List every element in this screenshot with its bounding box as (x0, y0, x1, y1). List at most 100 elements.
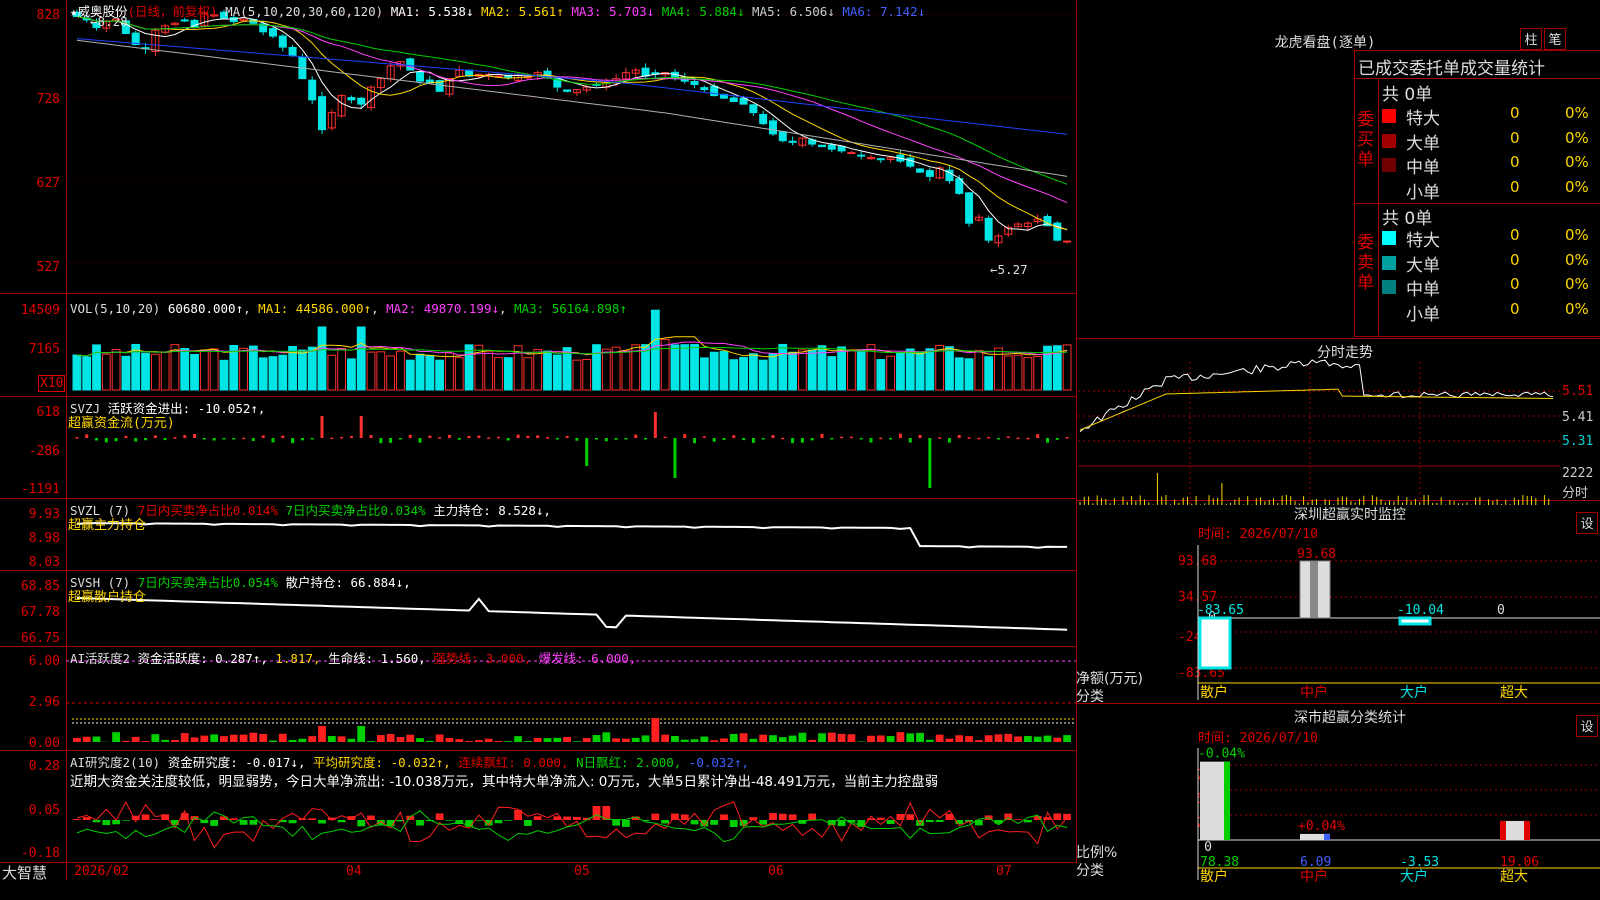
btn-zhu[interactable]: 柱 (1520, 28, 1542, 50)
ma5-line (76, 39, 1068, 177)
ai1-bar (749, 738, 758, 742)
candle-body (857, 154, 866, 157)
vol-bar (876, 359, 886, 391)
ai1-bar (318, 726, 326, 742)
ai1-bar (298, 738, 307, 742)
svzj-bar (1006, 436, 1010, 438)
intraday-vol: 2222 (1562, 466, 1594, 481)
svzj-bar (702, 436, 706, 438)
intraday-vol-unit: 分时 (1562, 486, 1589, 501)
ma2-value: MA2: 5.561↑ (481, 4, 564, 19)
chart-mode[interactable]: (日线，前复权) (128, 4, 218, 19)
svzj-bar (800, 438, 804, 443)
candle-body (788, 140, 797, 143)
vol-value: 60680.000↑ (167, 301, 244, 316)
vol-header: VOL(5,10,20) 60680.000↑, MA1: 44586.000↑… (70, 301, 627, 316)
ai2-d: N日飘红: 2.000, (576, 755, 682, 770)
svzj-bar (663, 436, 667, 439)
svzj-bar (761, 438, 765, 440)
ai2-bar (229, 818, 238, 820)
vol-label: VOL(5,10,20) (70, 301, 161, 316)
ai2-bar (122, 820, 130, 821)
candle-body (778, 131, 787, 142)
vol-bar (837, 346, 847, 391)
svzj-y-label-0: 618 (36, 405, 60, 420)
svsh-a: 7日内买卖净占比0.054% (137, 575, 278, 590)
ai2-bar (661, 820, 670, 824)
x-axis (0, 862, 1076, 881)
vol-bar (592, 344, 601, 391)
svzj-bar (791, 438, 795, 444)
ai1-bar (710, 740, 719, 742)
ai1-bar (778, 737, 787, 742)
svzl-c: 主力持仓: 8.528↓, (433, 503, 551, 518)
ai1-label: AI活跃度2 (70, 651, 131, 666)
stats2-top-border (1076, 703, 1600, 704)
vol-bar (278, 354, 288, 391)
svzj-bar (114, 438, 118, 442)
vol-bar (1023, 357, 1033, 391)
ai1-bar (582, 738, 591, 742)
btn-bi[interactable]: 笔 (1544, 28, 1566, 50)
ai1-bar (396, 737, 405, 742)
ai1-bar (514, 736, 522, 742)
vol-bar (297, 349, 307, 391)
x-tick-3: 06 (768, 864, 784, 879)
svsh-sub: 超赢散户持仓 (68, 590, 147, 605)
svzj-bar (545, 437, 549, 439)
vol-bar (788, 351, 797, 391)
candle-body (641, 67, 650, 77)
vol-bar (180, 348, 190, 391)
brand-label: 大智慧 (2, 864, 48, 882)
vol-bar (150, 353, 160, 391)
candle-body (925, 170, 934, 177)
svzj-sub: 超赢资金流(万元) (68, 416, 175, 431)
svzl-line (76, 522, 1068, 549)
ai1-bar (563, 736, 571, 742)
ai1-bar (278, 733, 287, 742)
ai2-bar (445, 820, 454, 821)
ai2-label: AI研究度2(10) (70, 755, 161, 770)
svzj-bar (938, 437, 942, 439)
ai1-bar (337, 736, 346, 742)
ai1-e: 爆发线: 6.000, (538, 651, 637, 666)
ai2-bar (837, 820, 846, 827)
vol-bar (111, 349, 121, 391)
vol-bar (807, 349, 817, 391)
ai2-bar (1014, 819, 1022, 820)
ai2-bar (935, 820, 944, 822)
vol-bar (533, 349, 543, 391)
vol-bar (650, 309, 660, 391)
svzj-bar (467, 435, 471, 438)
monitor-settings-button[interactable]: 设 (1576, 512, 1598, 534)
order-row-percent: 0% (1565, 299, 1589, 318)
ai1-bar (827, 732, 836, 742)
ai1-b: 1.817, (275, 651, 321, 666)
ai2-bar (249, 820, 258, 825)
vol-bar (739, 356, 748, 391)
ai1-bar (573, 741, 581, 742)
stats2-settings-button[interactable]: 设 (1576, 715, 1598, 737)
ai2-bar (337, 820, 346, 823)
svzj-bar (673, 438, 677, 478)
order-row-label: 中单 (1406, 158, 1440, 178)
candle-body (700, 87, 709, 91)
svzj-bar (1016, 437, 1020, 440)
ai1-bar (739, 733, 748, 742)
order-row-percent: 0% (1565, 177, 1589, 196)
order-row-volume: 0 (1510, 250, 1520, 269)
vol-bar (366, 351, 376, 391)
vol-bar (317, 326, 327, 391)
vol-bar (405, 359, 415, 391)
svzj-bar (693, 438, 697, 444)
vol-bar (1033, 355, 1043, 391)
stats2-y-3: 0 (1204, 840, 1212, 855)
ai1-bar (876, 735, 885, 742)
ai1-bar (229, 734, 238, 742)
ai1-bar (925, 739, 934, 742)
svzj-bar (340, 436, 344, 439)
order-row-label: 特大 (1406, 231, 1440, 251)
svsh-line (76, 597, 1068, 631)
svzj-bar (212, 438, 216, 441)
vol-bar (896, 352, 905, 391)
